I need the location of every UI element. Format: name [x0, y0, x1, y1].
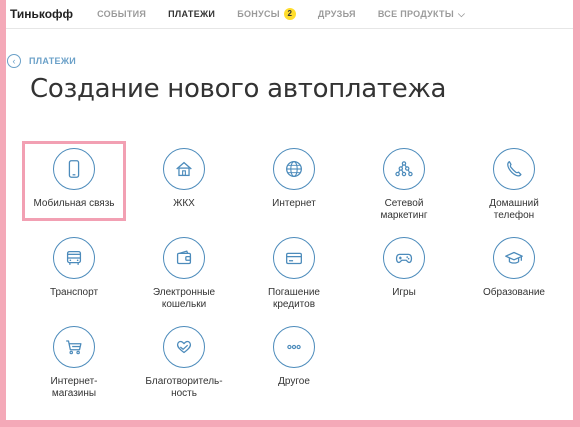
category-label: Благотвори­тель- ность: [145, 376, 223, 399]
category-label: Транспорт: [49, 287, 99, 298]
heart-hands-icon: [176, 340, 192, 354]
more-dots-icon: [287, 344, 301, 350]
category-transport[interactable]: Транспорт: [14, 237, 134, 299]
handset-icon: [507, 161, 522, 177]
category-label: Интернет- магазины: [50, 376, 98, 399]
category-education[interactable]: Образование: [454, 237, 573, 299]
category-e-wallets[interactable]: Электронные кошельки: [124, 237, 244, 311]
category-games[interactable]: Игры: [344, 237, 464, 299]
mobile-phone-icon: [68, 160, 80, 178]
category-utilities[interactable]: ЖКХ: [124, 148, 244, 210]
category-label: Игры: [392, 287, 416, 298]
category-label: Интернет: [272, 198, 316, 209]
bus-icon: [66, 250, 82, 265]
category-home-phone[interactable]: Домашний телефон: [454, 148, 573, 222]
shopping-cart-icon: [66, 340, 82, 355]
category-label: Электронные кошельки: [152, 287, 216, 310]
category-label: Образование: [483, 287, 545, 298]
category-label: Сетевой маркетинг: [380, 198, 428, 221]
category-label: Домашний телефон: [489, 198, 539, 221]
category-label: Другое: [278, 376, 310, 387]
category-label: ЖКХ: [173, 198, 195, 209]
category-internet[interactable]: Интернет: [234, 148, 354, 210]
network-icon: [395, 161, 413, 177]
gamepad-icon: [395, 253, 413, 264]
globe-icon: [286, 161, 302, 177]
house-icon: [176, 161, 192, 177]
category-mobile[interactable]: Мобильная связь: [14, 148, 134, 210]
category-loan-repayment[interactable]: Погашение кредитов: [234, 237, 354, 311]
graduation-cap-icon: [505, 251, 523, 264]
category-grid: Мобильная связь ЖКХ Интернет Сетевой мар…: [6, 0, 573, 420]
category-online-shops[interactable]: Интернет- магазины: [14, 326, 134, 400]
wallet-icon: [176, 250, 192, 265]
credit-card-icon: [286, 252, 302, 265]
category-label: Мобильная связь: [33, 198, 115, 209]
category-network-marketing[interactable]: Сетевой маркетинг: [344, 148, 464, 222]
category-charity[interactable]: Благотвори­тель- ность: [124, 326, 244, 400]
category-label: Погашение кредитов: [268, 287, 320, 310]
category-other[interactable]: Другое: [234, 326, 354, 388]
page-frame: Тинькофф СОБЫТИЯ ПЛАТЕЖИ БОНУСЫ 2 ДРУЗЬЯ …: [6, 0, 573, 420]
